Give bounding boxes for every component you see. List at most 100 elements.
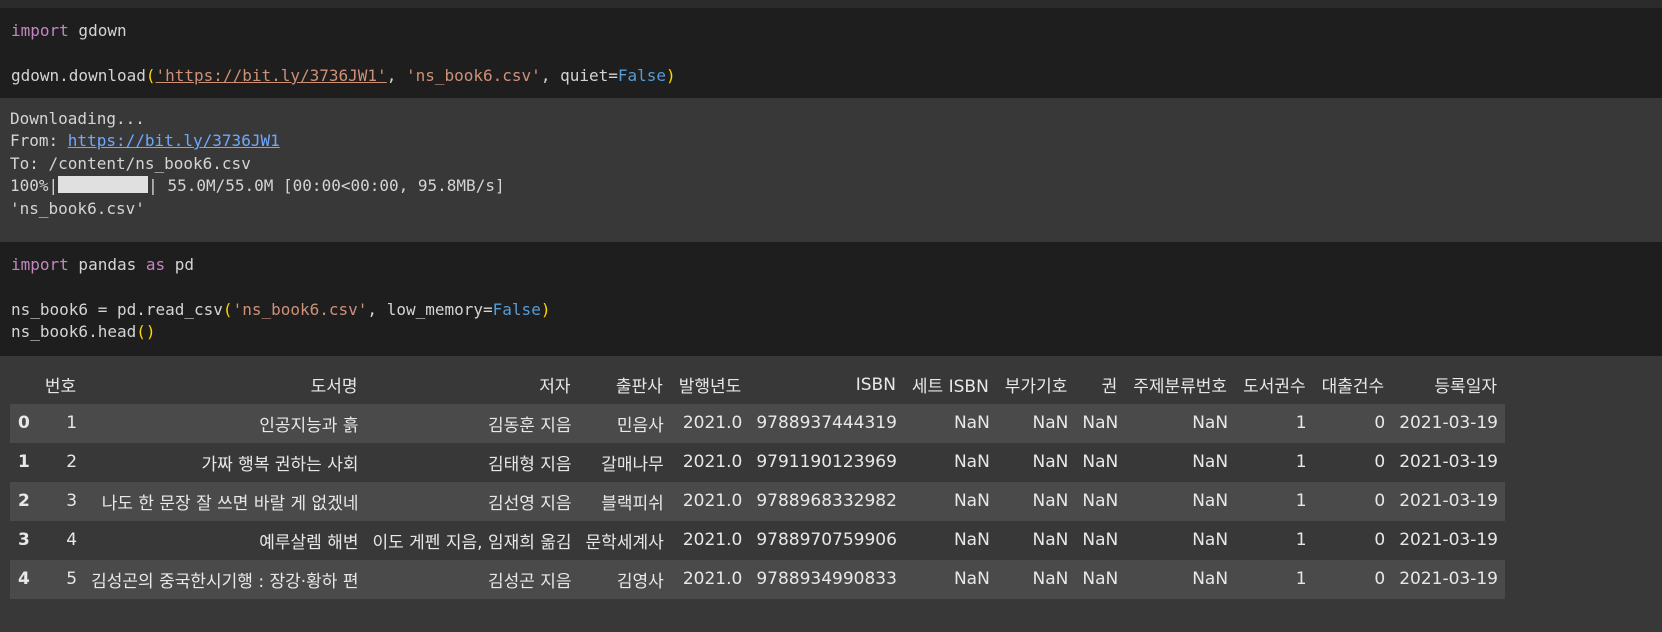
table-cell: 1 [1295,452,1307,472]
table-body: 0 1 인공지능과 흙 김동훈 지음 민음사 2021.0 9788937444319 NaN… [10,403,1505,599]
column-header: 대출건수 [1321,377,1385,397]
column-header: 도서명 [310,377,358,397]
code-text: pandas [68,254,146,274]
top-bar [0,0,1662,8]
row-index: 3 [18,530,30,550]
dataframe-output: 번호 도서명 저자 출판사 발행년도 ISBN 세트 ISBN 부가기호 권 주제분류번호 도서권수… [0,355,1662,599]
table-cell: 2021.0 [682,413,743,433]
table-cell: 1 [66,413,78,433]
table-cell: NaN [953,452,990,472]
table-cell: 김동훈 지음 [487,415,572,436]
code-line: ns_book6.head() [11,321,1652,344]
table-cell: NaN [1192,452,1229,472]
row-index: 1 [18,452,30,472]
row-index: 4 [18,569,30,589]
table-cell: 0 [1374,413,1386,433]
output-line: Downloading... [10,108,145,128]
table-cell: 문학세계사 [585,532,664,553]
table-cell: 갈매나무 [601,454,664,475]
code-text: pd [165,254,195,274]
row-index: 2 [18,491,30,511]
table-cell: 1 [1295,569,1307,589]
table-cell: NaN [1032,569,1069,589]
url-string[interactable]: 'https://bit.ly/3736JW1' [156,66,387,85]
table-cell: 나도 한 문장 잘 쓰면 바랄 게 없겠네 [101,493,359,514]
table-cell: 0 [1374,569,1386,589]
paren: ( [222,299,233,319]
table-cell: NaN [1192,413,1229,433]
table-cell: NaN [1082,413,1119,433]
table-cell: NaN [1032,491,1069,511]
table-cell: NaN [1032,413,1069,433]
column-header: 세트 ISBN [911,377,989,397]
table-cell: 5 [66,569,78,589]
output-line: From: https://bit.ly/3736JW1 [10,130,1652,153]
table-cell: NaN [1192,569,1229,589]
keyword: as [145,254,166,274]
table-cell: 2021-03-19 [1399,491,1498,511]
column-header: 도서권수 [1243,377,1306,397]
code-line: ns_book6 = pd.read_csv('ns_book6.csv', l… [11,299,1652,322]
table-cell: NaN [1082,569,1119,589]
table-cell: 2 [66,452,78,472]
column-header: 부가기호 [1004,377,1068,397]
column-header: 발행년도 [678,377,742,397]
constant: False [492,299,541,319]
keyword: import [11,254,69,274]
code-line: import pandas as pd [11,254,1652,277]
column-header: 등록일자 [1434,377,1497,397]
table-cell: 김태형 지음 [487,454,572,475]
table-cell: 3 [66,491,78,511]
paren: () [136,322,156,341]
table-cell: NaN [1032,530,1069,550]
table-cell: 민음사 [616,415,664,436]
table-cell: 0 [1374,491,1386,511]
table-cell: 1 [1295,491,1307,511]
table-cell: 0 [1374,452,1386,472]
table-header-row: 번호 도서명 저자 출판사 발행년도 ISBN 세트 ISBN 부가기호 권 주제분류번호 도서권수… [10,366,1505,404]
output-line: 100%| | 55.0M/55.0M [00:00<00:00, 95.8MB/… [10,175,1652,198]
column-header: ISBN [855,374,896,395]
index-header [10,366,37,404]
column-header: 번호 [44,377,77,397]
column-header: 출판사 [615,377,663,397]
table-cell: 가짜 행복 권하는 사회 [201,454,359,475]
table-cell: 1 [1295,530,1307,550]
table-cell: 김성곤의 중국한시기행 : 장강·황하 편 [91,571,359,592]
column-header: 권 [1101,377,1118,397]
download-link[interactable]: https://bit.ly/3736JW1 [68,131,280,150]
paren: ) [666,66,676,85]
table-cell: 인공지능과 흙 [259,415,359,436]
table-cell: 2021-03-19 [1399,569,1498,589]
table-cell: 9791190123969 [756,452,897,472]
code-text: ns_book6.head [11,322,137,341]
table-cell: 2021-03-19 [1399,413,1498,433]
table-cell: NaN [953,530,990,550]
table-cell: NaN [953,491,990,511]
table-cell: NaN [1082,530,1119,550]
table-cell: 2021.0 [682,491,743,511]
table-row: 1 2 가짜 행복 권하는 사회 김태형 지음 갈매나무 2021.0 9791190123… [10,442,1505,482]
table-cell: 김선영 지음 [487,493,572,514]
code-text: , low_memory= [367,299,493,319]
code-text: , quiet= [540,66,618,85]
string-literal: 'ns_book6.csv' [405,66,541,85]
progress-bar [58,176,149,193]
code-line: gdown.download('https://bit.ly/3736JW1',… [11,65,1652,88]
output-text: From: [10,131,68,150]
string-literal: 'ns_book6.csv' [232,299,368,319]
column-header: 주제분류번호 [1133,377,1228,397]
table-cell: 2021-03-19 [1399,452,1498,472]
output-text: 100%| [10,176,59,195]
paren: ( [145,66,156,85]
table-row: 0 1 인공지능과 흙 김동훈 지음 민음사 2021.0 9788937444319 NaN… [10,403,1505,443]
code-cell-pandas[interactable]: import pandas as pd ns_book6 = pd.read_cs… [0,241,1662,356]
table-cell: 1 [1295,413,1307,433]
code-text: ns_book6 = pd.read_csv [11,299,223,319]
output-text: | 55.0M/55.0M [00:00<00:00, 95.8MB/s] [148,176,505,195]
row-index: 0 [18,413,30,433]
code-cell-gdown[interactable]: import gdown gdown.download('https://bit.… [0,8,1662,98]
table-cell: 2021.0 [682,452,743,472]
